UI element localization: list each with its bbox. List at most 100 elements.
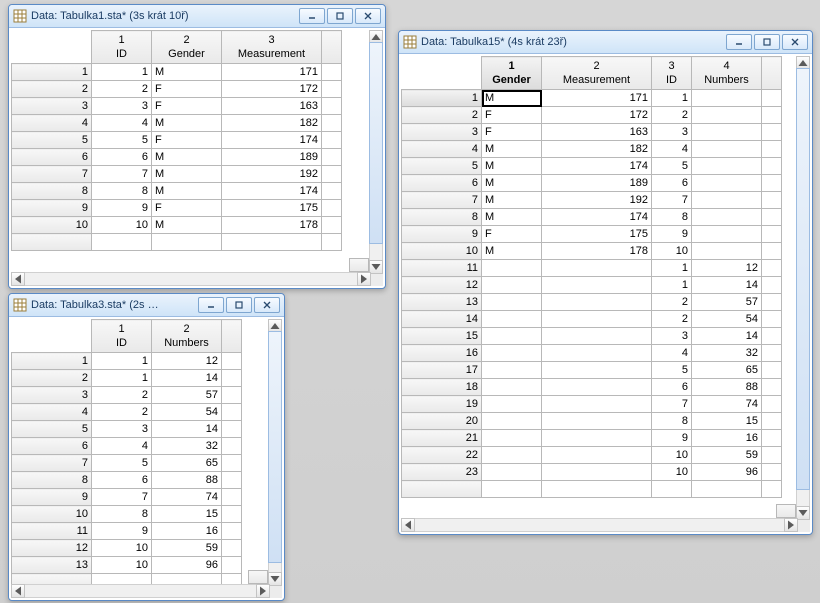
cell[interactable] bbox=[542, 345, 652, 362]
cell[interactable] bbox=[652, 481, 692, 498]
cell[interactable]: F bbox=[152, 132, 222, 149]
cell[interactable]: M bbox=[482, 192, 542, 209]
row-header[interactable]: 10 bbox=[12, 217, 92, 234]
row-header[interactable]: 12 bbox=[12, 540, 92, 557]
cell[interactable]: 1 bbox=[652, 260, 692, 277]
scroll-right-icon[interactable] bbox=[357, 272, 371, 286]
cell[interactable] bbox=[692, 175, 762, 192]
cell[interactable]: 174 bbox=[222, 183, 322, 200]
cell[interactable]: F bbox=[152, 98, 222, 115]
cell[interactable]: 1 bbox=[652, 90, 692, 107]
row-header[interactable]: 5 bbox=[12, 132, 92, 149]
cell[interactable] bbox=[542, 413, 652, 430]
maximize-button[interactable] bbox=[327, 8, 353, 24]
row-header[interactable]: 7 bbox=[12, 455, 92, 472]
cell[interactable]: M bbox=[152, 166, 222, 183]
cell[interactable]: 2 bbox=[652, 107, 692, 124]
minimize-button[interactable] bbox=[198, 297, 224, 313]
row-header[interactable]: 3 bbox=[402, 124, 482, 141]
row-header[interactable]: 13 bbox=[402, 294, 482, 311]
window-tabulka15[interactable]: Data: Tabulka15* (4s krát 23ř) 1Gender2M… bbox=[398, 30, 813, 535]
cell[interactable] bbox=[482, 379, 542, 396]
cell[interactable]: 3 bbox=[652, 328, 692, 345]
scroll-left-icon[interactable] bbox=[401, 518, 415, 532]
cell[interactable]: 16 bbox=[152, 523, 222, 540]
cell[interactable] bbox=[482, 294, 542, 311]
cell[interactable]: 96 bbox=[692, 464, 762, 481]
cell[interactable]: 32 bbox=[152, 438, 222, 455]
cell[interactable] bbox=[692, 124, 762, 141]
cell[interactable]: 65 bbox=[692, 362, 762, 379]
cell[interactable]: M bbox=[482, 243, 542, 260]
row-header[interactable]: 11 bbox=[402, 260, 482, 277]
maximize-button[interactable] bbox=[754, 34, 780, 50]
cell[interactable] bbox=[92, 234, 152, 251]
resize-grip[interactable] bbox=[371, 274, 383, 286]
cell[interactable] bbox=[542, 430, 652, 447]
cell[interactable]: 189 bbox=[222, 149, 322, 166]
cell[interactable] bbox=[222, 234, 322, 251]
cell[interactable]: 65 bbox=[152, 455, 222, 472]
cell[interactable] bbox=[482, 396, 542, 413]
cell[interactable]: 5 bbox=[652, 158, 692, 175]
cell[interactable]: 4 bbox=[652, 345, 692, 362]
cell[interactable]: 14 bbox=[692, 277, 762, 294]
cell[interactable]: M bbox=[152, 217, 222, 234]
resize-grip[interactable] bbox=[798, 520, 810, 532]
row-header[interactable]: 4 bbox=[12, 404, 92, 421]
row-header[interactable]: 12 bbox=[402, 277, 482, 294]
row-header[interactable]: 1 bbox=[12, 353, 92, 370]
cell[interactable]: 54 bbox=[692, 311, 762, 328]
row-header[interactable]: 6 bbox=[12, 438, 92, 455]
vertical-scrollbar[interactable] bbox=[268, 319, 282, 586]
cell[interactable]: 14 bbox=[152, 370, 222, 387]
cell[interactable]: M bbox=[152, 115, 222, 132]
maximize-button[interactable] bbox=[226, 297, 252, 313]
titlebar[interactable]: Data: Tabulka1.sta* (3s krát 10ř) bbox=[9, 5, 385, 28]
close-button[interactable] bbox=[254, 297, 280, 313]
cell[interactable]: M bbox=[152, 149, 222, 166]
cell[interactable]: 8 bbox=[652, 413, 692, 430]
cell[interactable]: 6 bbox=[652, 175, 692, 192]
cell[interactable]: M bbox=[482, 158, 542, 175]
scroll-thumb[interactable] bbox=[268, 331, 282, 563]
cell[interactable] bbox=[692, 158, 762, 175]
cell[interactable]: 74 bbox=[152, 489, 222, 506]
row-header[interactable]: 2 bbox=[402, 107, 482, 124]
data-grid[interactable]: 1ID2Gender3Measurement11M17122F17233F163… bbox=[11, 30, 371, 274]
cell[interactable]: 7 bbox=[92, 166, 152, 183]
vertical-scrollbar[interactable] bbox=[796, 56, 810, 520]
cell[interactable]: 5 bbox=[92, 455, 152, 472]
cell[interactable]: 4 bbox=[92, 438, 152, 455]
scroll-left-icon[interactable] bbox=[11, 584, 25, 598]
row-header[interactable]: 17 bbox=[402, 362, 482, 379]
cell[interactable] bbox=[482, 447, 542, 464]
grid-corner[interactable] bbox=[349, 258, 369, 272]
row-header[interactable]: 6 bbox=[402, 175, 482, 192]
cell[interactable]: 88 bbox=[152, 472, 222, 489]
cell[interactable] bbox=[542, 294, 652, 311]
row-header[interactable]: 14 bbox=[402, 311, 482, 328]
cell[interactable]: 6 bbox=[92, 472, 152, 489]
cell[interactable]: 10 bbox=[652, 243, 692, 260]
cell[interactable] bbox=[692, 141, 762, 158]
titlebar[interactable]: Data: Tabulka3.sta* (2s … bbox=[9, 294, 284, 317]
row-header[interactable]: 11 bbox=[12, 523, 92, 540]
cell[interactable]: 32 bbox=[692, 345, 762, 362]
cell[interactable]: 163 bbox=[542, 124, 652, 141]
row-header[interactable]: 16 bbox=[402, 345, 482, 362]
cell[interactable] bbox=[692, 90, 762, 107]
cell[interactable] bbox=[152, 234, 222, 251]
row-header[interactable]: 10 bbox=[12, 506, 92, 523]
cell[interactable]: 8 bbox=[92, 506, 152, 523]
row-header[interactable]: 9 bbox=[402, 226, 482, 243]
cell[interactable]: 9 bbox=[92, 200, 152, 217]
scroll-right-icon[interactable] bbox=[256, 584, 270, 598]
cell[interactable]: F bbox=[152, 81, 222, 98]
cell[interactable]: 174 bbox=[542, 158, 652, 175]
cell[interactable]: 5 bbox=[92, 132, 152, 149]
cell[interactable] bbox=[482, 311, 542, 328]
cell[interactable] bbox=[542, 311, 652, 328]
row-header[interactable]: 22 bbox=[402, 447, 482, 464]
column-header[interactable]: 3ID bbox=[652, 57, 692, 90]
